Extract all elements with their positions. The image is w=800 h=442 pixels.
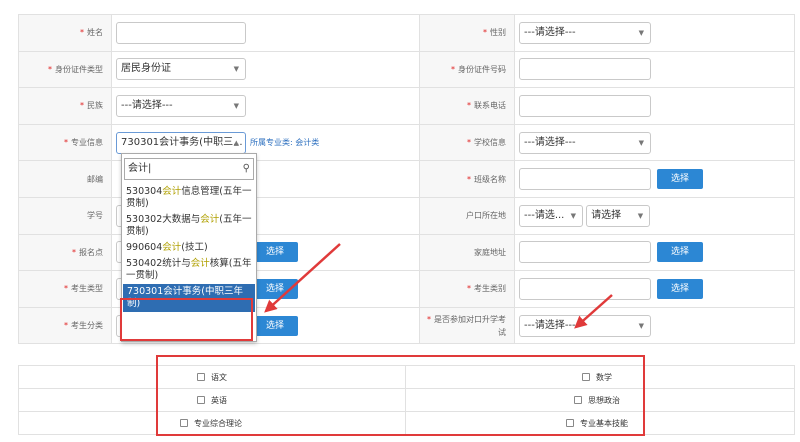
class-select-button[interactable]: 选择 bbox=[657, 169, 704, 190]
major-select[interactable]: 730301会计事务(中职三... ▲ bbox=[116, 131, 246, 154]
subject-chinese[interactable]: 语文 bbox=[18, 365, 406, 389]
address-input[interactable] bbox=[519, 241, 651, 264]
address-select-button[interactable]: 选择 bbox=[657, 242, 704, 263]
checkbox[interactable] bbox=[197, 373, 205, 381]
class-label: * 班级名称 bbox=[419, 160, 515, 198]
subject-english[interactable]: 英语 bbox=[18, 388, 406, 412]
subjects-table: 语文 数学 英语 思想政治 专业综合理论 专业基本技能 bbox=[18, 365, 795, 435]
major-dropdown: 会计| ⚲ 530304会计信息管理(五年一贯制) 530302大数据与会计(五… bbox=[121, 153, 257, 342]
hukou-city-select[interactable]: 请选择 ▼ bbox=[586, 204, 651, 227]
subject-politics[interactable]: 思想政治 bbox=[405, 388, 795, 412]
checkbox[interactable] bbox=[180, 419, 188, 427]
chevron-down-icon: ▼ bbox=[637, 211, 644, 220]
ethnic-label: * 民族 bbox=[18, 87, 112, 125]
subjects-row: 专业综合理论 专业基本技能 bbox=[18, 411, 795, 435]
site-label: * 报名点 bbox=[18, 233, 112, 272]
name-label: * 姓名 bbox=[18, 14, 112, 52]
chevron-down-icon: ▼ bbox=[233, 65, 239, 74]
examtype-select-button[interactable]: 选择 bbox=[252, 278, 299, 299]
classify-label: * 考生分类 bbox=[18, 306, 112, 345]
phone-input[interactable] bbox=[519, 94, 651, 117]
major-search-input[interactable]: 会计| ⚲ bbox=[124, 158, 254, 180]
idtype-label: * 身份证件类型 bbox=[18, 50, 112, 89]
idtype-select[interactable]: 居民身份证 ▼ bbox=[116, 58, 246, 81]
chevron-down-icon: ▼ bbox=[638, 28, 644, 37]
dualexam-select[interactable]: ---请选择--- ▼ bbox=[519, 314, 651, 337]
chevron-down-icon: ▼ bbox=[638, 321, 644, 330]
form-row: * 民族 ---请选择--- ▼ * 联系电话 bbox=[18, 87, 795, 125]
form-row: * 身份证件类型 居民身份证 ▼ * 身份证件号码 bbox=[18, 50, 795, 89]
dropdown-option[interactable]: 530402统计与会计核算(五年一贯制) bbox=[122, 256, 256, 284]
dropdown-option[interactable]: 990604会计(技工) bbox=[122, 240, 256, 256]
school-select[interactable]: ---请选择--- ▼ bbox=[519, 131, 651, 154]
chevron-up-icon: ▲ bbox=[233, 138, 239, 147]
subject-theory[interactable]: 专业综合理论 bbox=[18, 411, 406, 435]
checkbox[interactable] bbox=[574, 396, 582, 404]
checkbox[interactable] bbox=[566, 419, 574, 427]
major-hint: 所属专业类: 会计类 bbox=[250, 138, 320, 148]
school-label: * 学校信息 bbox=[419, 123, 515, 162]
dropdown-option-selected[interactable]: 730301会计事务(中职三年制) bbox=[123, 284, 255, 312]
chevron-down-icon: ▼ bbox=[570, 211, 576, 220]
site-select-button[interactable]: 选择 bbox=[252, 242, 299, 263]
subject-skills[interactable]: 专业基本技能 bbox=[405, 411, 795, 435]
address-label: 家庭地址 bbox=[419, 233, 515, 272]
subjects-row: 英语 思想政治 bbox=[18, 388, 795, 412]
major-label: * 专业信息 bbox=[18, 123, 112, 162]
dropdown-option[interactable]: 530304会计信息管理(五年一贯制) bbox=[122, 184, 256, 212]
phone-label: * 联系电话 bbox=[419, 87, 515, 125]
dualexam-label: * 是否参加对口升学考试 bbox=[419, 306, 515, 345]
idnum-input[interactable] bbox=[519, 58, 651, 81]
ethnic-select[interactable]: ---请选择--- ▼ bbox=[116, 94, 246, 117]
subjects-row: 语文 数学 bbox=[18, 365, 795, 389]
hukou-province-select[interactable]: ---请选... ▼ bbox=[519, 204, 583, 227]
chevron-down-icon: ▼ bbox=[233, 101, 239, 110]
chevron-down-icon: ▼ bbox=[638, 138, 644, 147]
form-row: * 姓名 * 性别 ---请选择--- ▼ bbox=[18, 14, 795, 52]
name-input[interactable] bbox=[116, 21, 246, 44]
class-input[interactable] bbox=[519, 168, 651, 191]
category-input[interactable] bbox=[519, 277, 651, 300]
zip-label: 邮编 bbox=[18, 160, 112, 198]
search-icon: ⚲ bbox=[242, 163, 250, 174]
category-label: * 考生类别 bbox=[419, 270, 515, 308]
category-select-button[interactable]: 选择 bbox=[657, 278, 704, 299]
gender-select[interactable]: ---请选择--- ▼ bbox=[519, 21, 651, 44]
hukou-label: 户口所在地 bbox=[419, 196, 515, 235]
subject-math[interactable]: 数学 bbox=[405, 365, 795, 389]
classify-select-button[interactable]: 选择 bbox=[252, 315, 299, 336]
idnum-label: * 身份证件号码 bbox=[419, 50, 515, 89]
checkbox[interactable] bbox=[582, 373, 590, 381]
gender-label: * 性别 bbox=[419, 14, 515, 52]
examtype-label: * 考生类型 bbox=[18, 270, 112, 308]
checkbox[interactable] bbox=[197, 396, 205, 404]
dropdown-option[interactable]: 530302大数据与会计(五年一贯制) bbox=[122, 212, 256, 240]
studentno-label: 学号 bbox=[18, 196, 112, 235]
